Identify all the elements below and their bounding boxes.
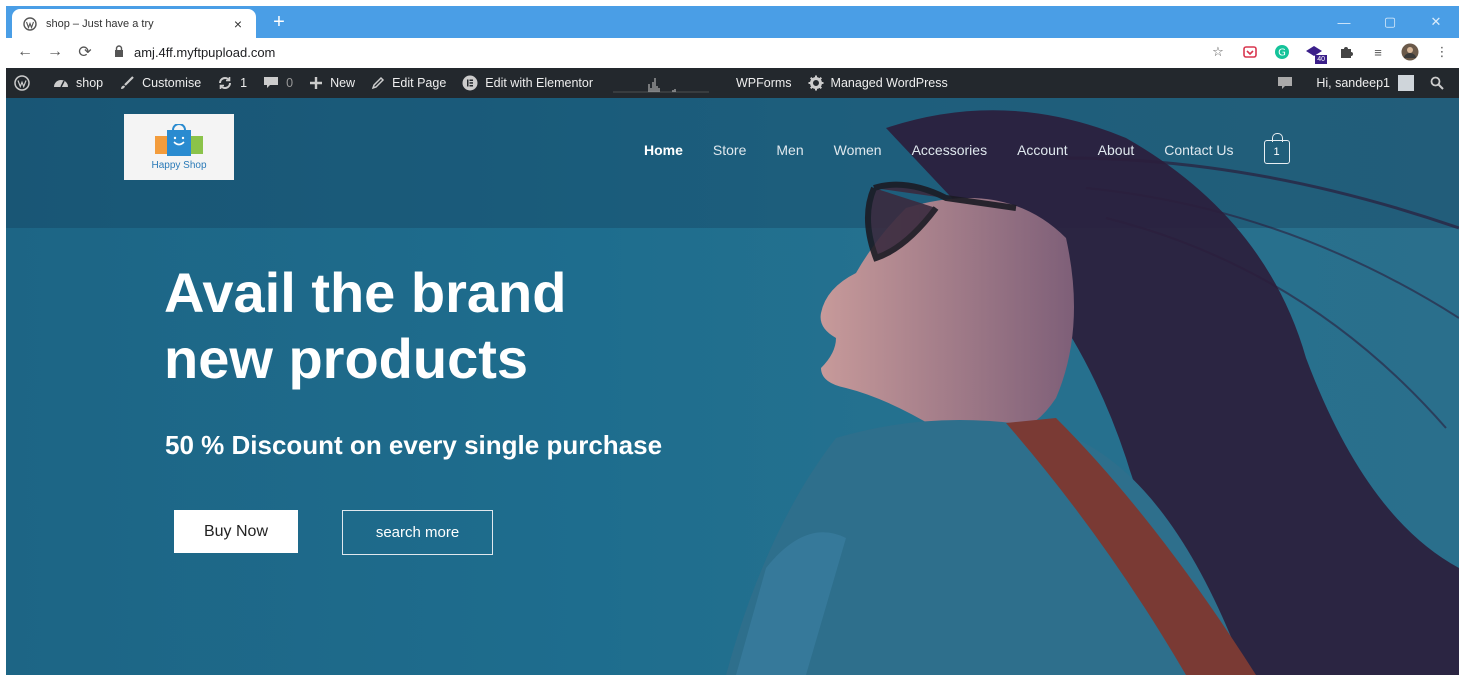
extensions-area: ☆ G 40 ≡ ⋮ (1209, 42, 1451, 64)
minimize-icon[interactable]: — (1321, 6, 1367, 38)
admin-comments-count: 0 (286, 76, 294, 90)
comment-icon (264, 77, 279, 88)
wp-admin-bar: shop Customise 1 0 New Edit Page Edit wi… (6, 68, 1459, 98)
nav-item-about[interactable]: About (1098, 142, 1135, 158)
maximize-icon[interactable]: ▢ (1367, 6, 1413, 38)
search-more-button[interactable]: search more (342, 510, 493, 555)
admin-search-icon[interactable] (1422, 68, 1459, 98)
url-text: amj.4ff.myftpupload.com (134, 44, 276, 60)
admin-avatar (1398, 75, 1414, 91)
admin-wpforms-link[interactable]: WPForms (728, 68, 800, 98)
grammarly-extension-icon[interactable]: G (1273, 43, 1291, 61)
cart-count: 1 (1273, 146, 1280, 158)
admin-customise-label: Customise (142, 76, 202, 90)
admin-stats-graph-icon[interactable] (601, 68, 728, 98)
lock-icon (114, 44, 124, 60)
elementor-icon (462, 75, 478, 91)
back-icon[interactable]: ← (14, 41, 36, 63)
admin-edit-page-label: Edit Page (392, 76, 447, 90)
hero-headline-line2: new products (164, 327, 529, 390)
admin-updates-count: 1 (240, 76, 248, 90)
puzzle-extensions-icon[interactable] (1337, 43, 1355, 61)
logo-text: Happy Shop (151, 159, 207, 171)
hero-subheadline: 50 % Discount on every single purchase (165, 430, 663, 460)
bookmark-star-icon[interactable]: ☆ (1209, 43, 1227, 61)
plus-icon (310, 77, 323, 89)
address-bar[interactable]: amj.4ff.myftpupload.com (114, 42, 275, 62)
admin-elementor-link[interactable]: Edit with Elementor (454, 68, 601, 98)
nav-item-accessories[interactable]: Accessories (912, 142, 987, 158)
admin-greeting: Hi, sandeep1 (1316, 76, 1390, 90)
hero-headline: Avail the brand new products (164, 260, 724, 392)
wp-logo-icon[interactable] (6, 68, 45, 98)
nav-item-store[interactable]: Store (713, 142, 746, 158)
hero-section: Happy Shop Home Store Men Women Accessor… (6, 98, 1459, 675)
admin-comments-link[interactable]: 0 (255, 68, 301, 98)
extension-badge-count: 40 (1315, 55, 1327, 64)
gear-icon (808, 75, 824, 91)
admin-wpforms-label: WPForms (735, 76, 792, 90)
profile-avatar-icon[interactable] (1401, 43, 1419, 61)
svg-text:G: G (1278, 48, 1286, 59)
buy-now-button[interactable]: Buy Now (174, 510, 298, 553)
main-navigation: Home Store Men Women Accessories Account… (644, 133, 1290, 164)
close-window-icon[interactable]: ✕ (1413, 6, 1459, 38)
admin-elementor-label: Edit with Elementor (485, 76, 593, 90)
browser-window: shop – Just have a try × + — ▢ ✕ ← → ⟳ a… (6, 6, 1459, 675)
forward-icon[interactable]: → (44, 41, 66, 63)
admin-customise-link[interactable]: Customise (111, 68, 209, 98)
reading-list-icon[interactable]: ≡ (1369, 43, 1387, 61)
new-tab-button[interactable]: + (268, 11, 290, 33)
admin-managed-label: Managed WordPress (830, 76, 948, 90)
admin-site-label: shop (76, 76, 104, 90)
admin-updates-link[interactable]: 1 (209, 68, 255, 98)
tab-close-icon[interactable]: × (230, 16, 246, 32)
tab-strip: shop – Just have a try × + — ▢ ✕ (6, 6, 1459, 38)
wordpress-favicon-icon (22, 16, 38, 32)
admin-notification-icon[interactable] (1269, 68, 1308, 98)
admin-account-link[interactable]: Hi, sandeep1 (1308, 68, 1422, 98)
updates-icon (219, 77, 232, 89)
tab-title: shop – Just have a try (46, 17, 154, 30)
browser-toolbar: ← → ⟳ amj.4ff.myftpupload.com ☆ G 40 ≡ ⋮ (6, 38, 1459, 66)
shopping-bags-logo-icon (155, 123, 203, 156)
nav-item-men[interactable]: Men (776, 142, 803, 158)
pencil-icon (371, 76, 385, 90)
cart-bag-icon[interactable]: 1 (1263, 133, 1290, 164)
site-logo[interactable]: Happy Shop (124, 114, 234, 180)
nav-item-contact[interactable]: Contact Us (1164, 142, 1233, 158)
browser-tab[interactable]: shop – Just have a try × (12, 9, 256, 38)
admin-site-link[interactable]: shop (45, 68, 111, 98)
hero-headline-line1: Avail the brand (164, 261, 567, 324)
pocket-extension-icon[interactable] (1241, 43, 1259, 61)
nav-item-women[interactable]: Women (834, 142, 882, 158)
reload-icon[interactable]: ⟳ (74, 41, 96, 63)
admin-bar-right: Hi, sandeep1 (1269, 68, 1459, 98)
admin-edit-page-link[interactable]: Edit Page (363, 68, 454, 98)
admin-managed-link[interactable]: Managed WordPress (800, 68, 956, 98)
admin-new-label: New (330, 76, 356, 90)
admin-new-link[interactable]: New (301, 68, 363, 98)
browser-menu-icon[interactable]: ⋮ (1433, 43, 1451, 61)
nav-item-home[interactable]: Home (644, 142, 683, 158)
paintbrush-icon (121, 76, 134, 89)
extension-badge-icon[interactable]: 40 (1305, 43, 1327, 64)
dashboard-icon (54, 80, 68, 88)
nav-item-account[interactable]: Account (1017, 142, 1068, 158)
